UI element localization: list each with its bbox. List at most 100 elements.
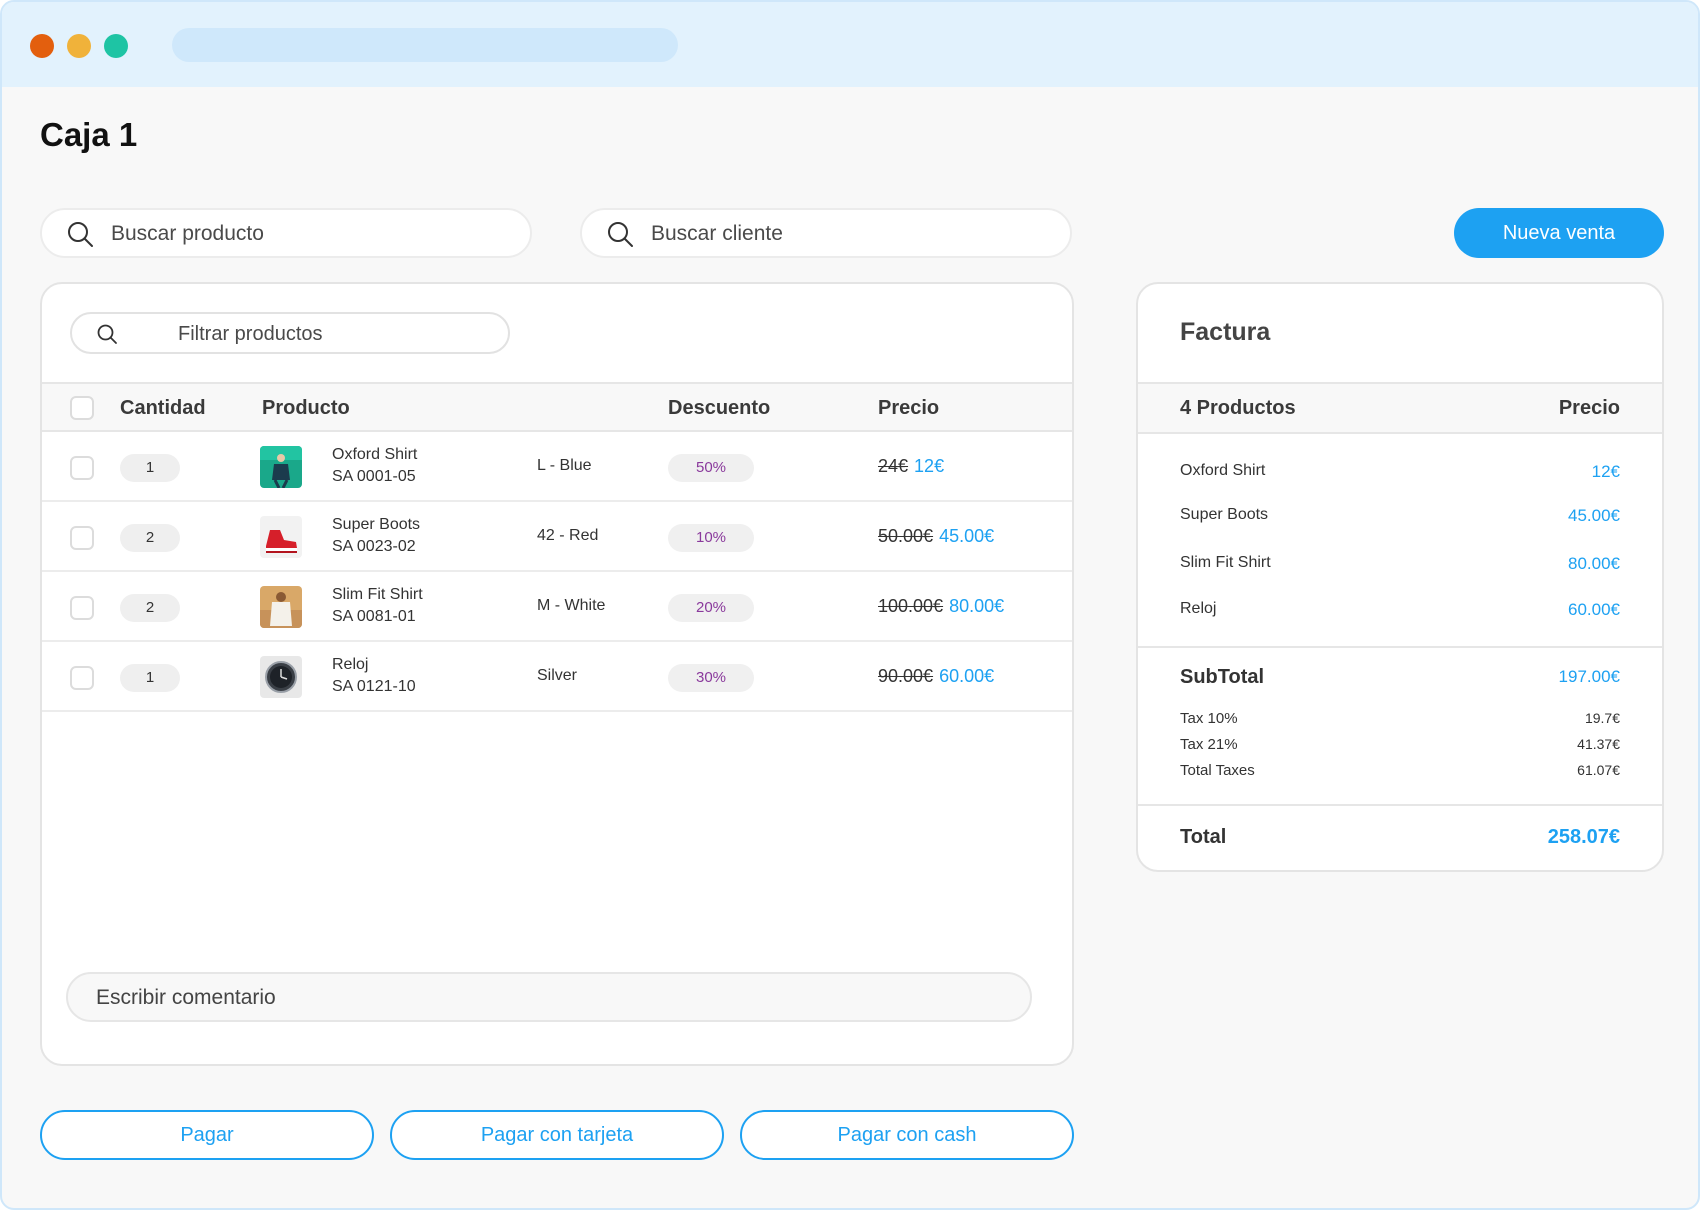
subtotal-value: 197.00€ [1558,667,1620,686]
comment-placeholder: Escribir comentario [96,986,276,1009]
table-row: 2 Slim Fit Shirt SA 0081-01 M - White 20… [42,572,1072,642]
quantity-badge[interactable]: 1 [120,664,180,692]
old-price: 50.00€ [878,526,934,546]
new-sale-button[interactable]: Nueva venta [1454,208,1664,258]
pay-card-button[interactable]: Pagar con tarjeta [390,1110,724,1160]
search-icon [97,324,117,344]
search-icon [68,222,93,247]
invoice-item-price: 12€ [1591,462,1620,481]
column-product: Producto [262,397,350,419]
old-price: 90.00€ [878,666,934,686]
row-checkbox[interactable] [70,526,94,550]
watch-photo [260,656,302,698]
search-product-input[interactable]: Buscar producto [40,208,532,258]
close-window-button[interactable] [30,34,54,58]
discount-badge: 20% [668,594,754,622]
invoice-header: 4 Productos Precio [1138,382,1662,434]
product-sku: SA 0023-02 [332,538,416,555]
new-price: 60.00€ [939,666,995,686]
product-sku: SA 0081-01 [332,608,416,625]
old-price: 100.00€ [878,596,944,616]
search-icon [608,222,633,247]
total-value: 258.07€ [1547,826,1620,848]
table-row: 2 Super Boots SA 0023-02 42 - Red 10% 50… [42,502,1072,572]
tax-label: Tax 21% [1180,736,1238,753]
invoice-product-count: 4 Productos [1180,397,1296,419]
invoice-item: Reloj 60.00€ [1180,600,1620,624]
invoice-price-label: Precio [1558,397,1620,419]
filter-products-input[interactable]: Filtrar productos [70,312,510,354]
table-row: 1 Oxford Shirt SA 0001-05 L - Blue 50% 2… [42,432,1072,502]
select-all-checkbox[interactable] [70,396,94,420]
invoice-item-price: 80.00€ [1568,554,1620,573]
price-old: 24€ 12€ [878,456,944,477]
row-checkbox[interactable] [70,456,94,480]
quantity-badge[interactable]: 2 [120,594,180,622]
tax-value: 61.07€ [1577,762,1620,778]
invoice-item: Super Boots 45.00€ [1180,506,1620,530]
invoice-item-price: 45.00€ [1568,506,1620,525]
total-label: Total [1180,826,1227,848]
maximize-window-button[interactable] [104,34,128,58]
app-window: Caja 1 Buscar producto Buscar cliente Nu… [0,0,1700,1210]
product-sku: SA 0121-10 [332,678,416,695]
address-bar[interactable] [172,28,678,62]
comment-input[interactable]: Escribir comentario [66,972,1032,1022]
shirt-photo [260,446,302,488]
tax-row: Tax 10% 19.7€ [1180,710,1620,730]
product-variant: M - White [537,597,606,614]
boots-photo [260,516,302,558]
product-name: Super Boots [332,516,421,533]
discount-badge: 10% [668,524,754,552]
invoice-item: Slim Fit Shirt 80.00€ [1180,554,1620,578]
quantity-badge[interactable]: 1 [120,454,180,482]
invoice-item-name: Reloj [1180,600,1217,617]
row-checkbox[interactable] [70,596,94,620]
tax-label: Tax 10% [1180,710,1238,727]
search-client-input[interactable]: Buscar cliente [580,208,1072,258]
product-name: Slim Fit Shirt [332,586,423,603]
invoice-item-price: 60.00€ [1568,600,1620,619]
tax-label: Total Taxes [1180,762,1255,779]
new-price: 45.00€ [939,526,995,546]
column-quantity: Cantidad [120,397,206,419]
slim-shirt-photo [260,586,302,628]
price-old: 90.00€ 60.00€ [878,666,994,687]
column-price: Precio [878,397,940,419]
tax-value: 41.37€ [1577,736,1620,752]
table-row: 1 Reloj SA 0121-10 Silver 30% 90.00€ 60.0… [42,642,1072,712]
invoice-item-name: Slim Fit Shirt [1180,554,1271,571]
invoice-title: Factura [1180,318,1271,346]
tax-row: Total Taxes 61.07€ [1180,762,1620,782]
invoice-panel: Factura 4 Productos Precio Oxford Shirt … [1136,282,1664,872]
invoice-item-name: Super Boots [1180,506,1269,523]
quantity-badge[interactable]: 2 [120,524,180,552]
new-price: 12€ [914,456,945,476]
product-sku: SA 0001-05 [332,468,416,485]
pay-cash-button[interactable]: Pagar con cash [740,1110,1074,1160]
product-name: Oxford Shirt [332,446,418,463]
page-title: Caja 1 [40,116,138,153]
discount-badge: 30% [668,664,754,692]
subtotal-label: SubTotal [1180,666,1265,688]
new-price: 80.00€ [949,596,1005,616]
tax-value: 19.7€ [1584,710,1620,726]
divider [1138,804,1662,806]
products-panel: Filtrar productos Cantidad Producto Desc… [40,282,1074,1066]
price-old: 100.00€ 80.00€ [878,596,1004,617]
discount-badge: 50% [668,454,754,482]
tax-row: Tax 21% 41.37€ [1180,736,1620,756]
invoice-item: Oxford Shirt 12€ [1180,462,1620,486]
product-name: Reloj [332,656,369,673]
old-price: 24€ [878,456,909,476]
product-variant: 42 - Red [537,527,599,544]
product-variant: L - Blue [537,457,592,474]
row-checkbox[interactable] [70,666,94,690]
pay-button[interactable]: Pagar [40,1110,374,1160]
products-table-header: Cantidad Producto Descuento Precio [42,382,1072,432]
search-product-placeholder: Buscar producto [111,222,264,245]
minimize-window-button[interactable] [67,34,91,58]
titlebar [2,2,1698,87]
price-old: 50.00€ 45.00€ [878,526,994,547]
search-client-placeholder: Buscar cliente [651,222,783,245]
